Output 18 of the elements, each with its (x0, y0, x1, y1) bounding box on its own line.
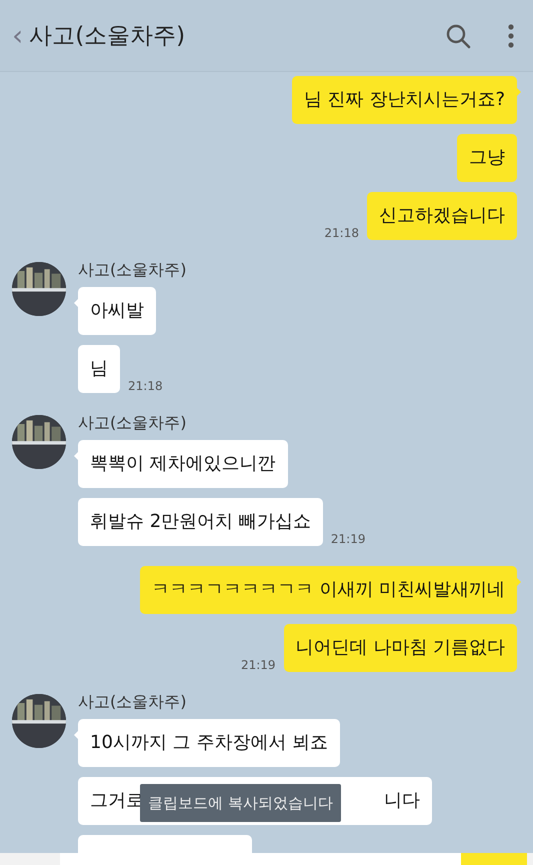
toast-message: 클립보드에 복사되었습니다 (140, 784, 341, 822)
message-bubble: 님 (78, 345, 120, 393)
sender-name: 사고(소울차주) (78, 692, 186, 713)
menu-icon[interactable] (507, 22, 515, 48)
message-time: 21:19 (330, 532, 366, 546)
sender-name: 사고(소울차주) (78, 413, 186, 434)
sender-name: 사고(소울차주) (78, 260, 186, 281)
message-time: 21:19 (240, 658, 276, 672)
message-bubble: 휘발슈 2만원어치 빼가십쇼 (78, 498, 323, 546)
message-bubble: 그냥 (457, 134, 517, 182)
search-icon[interactable] (445, 22, 471, 48)
message-time: 21:18 (324, 226, 359, 240)
message-bubble: 신고하겠습니다 (367, 192, 517, 240)
message-bubble: 니어딘데 나마침 기름없다 (284, 624, 517, 672)
message-time: 21:18 (128, 379, 163, 393)
chat-title: 사고(소울차주) (29, 22, 186, 51)
message-text: 니다 (384, 789, 420, 813)
back-button[interactable]: ‹ (6, 19, 30, 52)
